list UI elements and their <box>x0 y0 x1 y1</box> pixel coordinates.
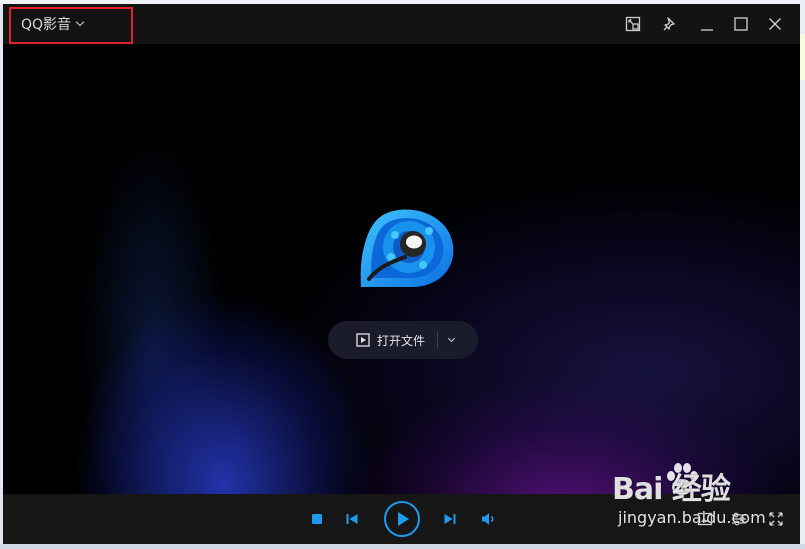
maximize-button[interactable] <box>731 14 751 34</box>
screenshot-icon <box>697 512 713 526</box>
mini-mode-button[interactable] <box>623 14 643 34</box>
next-icon <box>444 514 456 524</box>
open-file-label: 打开文件 <box>377 333 426 348</box>
play-file-icon <box>356 333 370 347</box>
desktop-background-right <box>800 0 805 549</box>
minimize-icon <box>701 29 713 31</box>
close-button[interactable] <box>765 14 785 34</box>
open-file-dropdown[interactable] <box>438 321 464 359</box>
volume-icon <box>482 513 494 525</box>
control-bar <box>3 494 800 544</box>
open-file-button-group: 打开文件 <box>328 321 478 359</box>
fullscreen-icon <box>769 512 783 526</box>
volume-button[interactable] <box>478 509 500 529</box>
qq-player-window: QQ影音 打开文件 <box>3 4 800 544</box>
open-file-button[interactable]: 打开文件 <box>356 332 425 349</box>
settings-icon <box>732 512 746 526</box>
settings-button[interactable] <box>729 509 749 529</box>
next-button[interactable] <box>440 509 460 529</box>
mini-mode-icon <box>625 16 641 32</box>
pin-icon <box>663 17 675 31</box>
title-highlight-box <box>9 7 133 44</box>
fullscreen-button[interactable] <box>766 509 786 529</box>
chevron-down-icon <box>447 334 455 343</box>
desktop-background-bottom <box>0 544 805 549</box>
previous-button[interactable] <box>342 509 362 529</box>
pin-button[interactable] <box>660 14 680 34</box>
minimize-button[interactable] <box>697 14 717 34</box>
close-icon <box>769 18 781 30</box>
play-button[interactable] <box>383 500 421 538</box>
maximize-icon <box>734 17 748 31</box>
play-icon <box>384 501 420 537</box>
stop-icon <box>312 514 322 524</box>
video-stage[interactable]: 打开文件 <box>3 44 800 494</box>
stop-button[interactable] <box>307 509 327 529</box>
screenshot-button[interactable] <box>695 509 715 529</box>
previous-icon <box>346 514 358 524</box>
qq-player-logo <box>360 209 454 287</box>
